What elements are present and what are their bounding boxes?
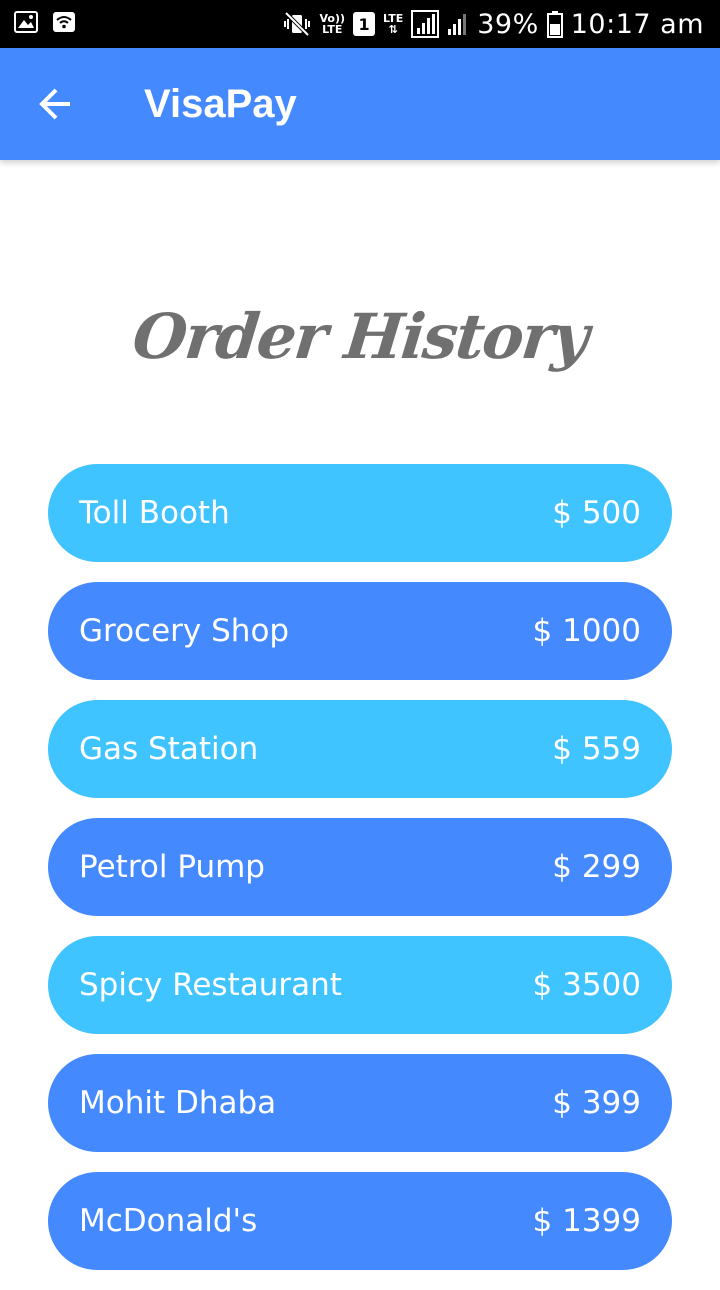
order-amount: $ 1000 xyxy=(532,613,641,649)
order-name: McDonald's xyxy=(79,1203,258,1239)
order-amount: $ 3500 xyxy=(532,967,641,1003)
image-icon xyxy=(14,11,38,33)
order-item-mohit-dhaba[interactable]: Mohit Dhaba $ 399 xyxy=(48,1054,672,1152)
battery-percent: 39% xyxy=(477,8,539,40)
lte-indicator: LTE ⇅ xyxy=(383,12,404,36)
order-item-mcdonalds[interactable]: McDonald's $ 1399 xyxy=(48,1172,672,1270)
signal-strength-icon xyxy=(411,10,440,38)
order-amount: $ 1399 xyxy=(532,1203,641,1239)
order-list: Toll Booth $ 500 Grocery Shop $ 1000 Gas… xyxy=(48,464,672,1290)
order-amount: $ 299 xyxy=(552,849,641,885)
order-item-gas-station[interactable]: Gas Station $ 559 xyxy=(48,700,672,798)
order-amount: $ 559 xyxy=(552,731,641,767)
status-bar: Vo)) LTE 1 LTE ⇅ 39% 10:17 am xyxy=(0,0,720,48)
order-name: Petrol Pump xyxy=(79,849,265,885)
order-amount: $ 399 xyxy=(552,1085,641,1121)
app-title: VisaPay xyxy=(144,82,297,126)
clock: 10:17 am xyxy=(570,8,704,40)
order-name: Grocery Shop xyxy=(79,613,290,649)
order-name: Mohit Dhaba xyxy=(79,1085,277,1121)
order-item-spicy-restaurant[interactable]: Spicy Restaurant $ 3500 xyxy=(48,936,672,1034)
back-button[interactable] xyxy=(28,78,84,130)
volte-indicator: Vo)) LTE xyxy=(319,12,346,36)
wifi-icon xyxy=(53,12,75,32)
order-name: Spicy Restaurant xyxy=(79,967,342,1003)
order-name: Gas Station xyxy=(79,731,259,767)
order-item-petrol-pump[interactable]: Petrol Pump $ 299 xyxy=(48,818,672,916)
order-item-toll-booth[interactable]: Toll Booth $ 500 xyxy=(48,464,672,562)
signal-strength-2-icon xyxy=(448,14,467,35)
arrow-left-icon xyxy=(39,88,70,120)
page-heading: Order History xyxy=(129,300,591,373)
order-amount: $ 500 xyxy=(552,495,641,531)
order-item-grocery-shop[interactable]: Grocery Shop $ 1000 xyxy=(48,582,672,680)
app-bar: VisaPay xyxy=(0,48,720,160)
sim-slot-badge: 1 xyxy=(353,12,376,36)
order-name: Toll Booth xyxy=(79,495,230,531)
battery-icon xyxy=(546,11,563,38)
vibrate-mute-icon xyxy=(284,11,311,37)
